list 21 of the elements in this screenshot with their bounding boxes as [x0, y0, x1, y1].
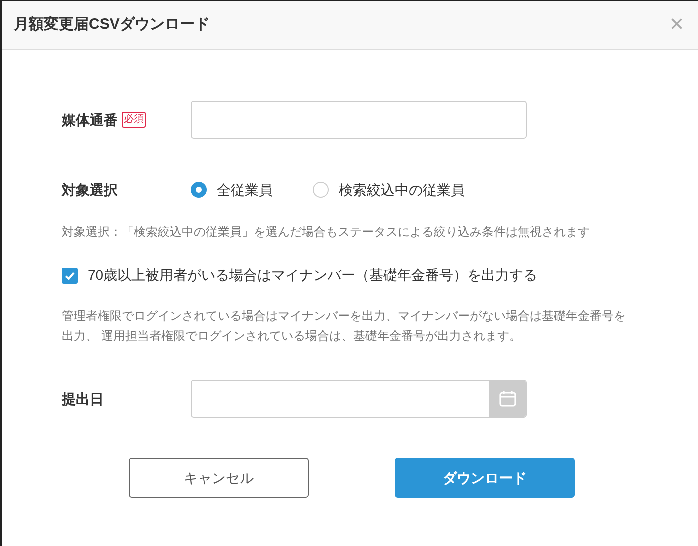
target-note: 対象選択：「検索絞込中の従業員」を選んだ場合もステータスによる絞り込み条件は無視されます — [62, 224, 591, 241]
radio-label: 全従業員 — [217, 180, 273, 200]
field-label: 提出日 — [62, 390, 105, 408]
calendar-icon — [498, 390, 516, 408]
dialog-title: 月額変更届CSVダウンロード — [14, 14, 210, 35]
checkbox-label: 70歳以上被用者がいる場合はマイナンバー（基礎年金番号）を出力する — [88, 266, 538, 285]
radio-button[interactable] — [313, 182, 329, 198]
cancel-button[interactable]: キャンセル — [129, 458, 309, 498]
field-label: 媒体通番 — [62, 110, 118, 130]
radio-label: 検索絞込中の従業員 — [339, 180, 465, 200]
calendar-button[interactable] — [489, 381, 526, 417]
close-button[interactable]: × — [666, 13, 688, 37]
download-button[interactable]: ダウンロード — [395, 458, 575, 498]
check-icon — [64, 270, 76, 282]
mynumber-note: 管理者権限でログインされている場合はマイナンバーを出力、マイナンバーがない場合は基礎年金番号を出力、 運用担当者権限でログインされている場合は、基礎年金番号が出力されます。 — [62, 308, 627, 345]
date-field[interactable] — [191, 380, 527, 418]
field-label: 対象選択 — [62, 180, 119, 200]
checkbox[interactable] — [62, 268, 78, 284]
media-number-field[interactable] — [191, 101, 527, 139]
required-tag: 必須 — [122, 112, 146, 128]
radio-button[interactable] — [191, 182, 207, 198]
